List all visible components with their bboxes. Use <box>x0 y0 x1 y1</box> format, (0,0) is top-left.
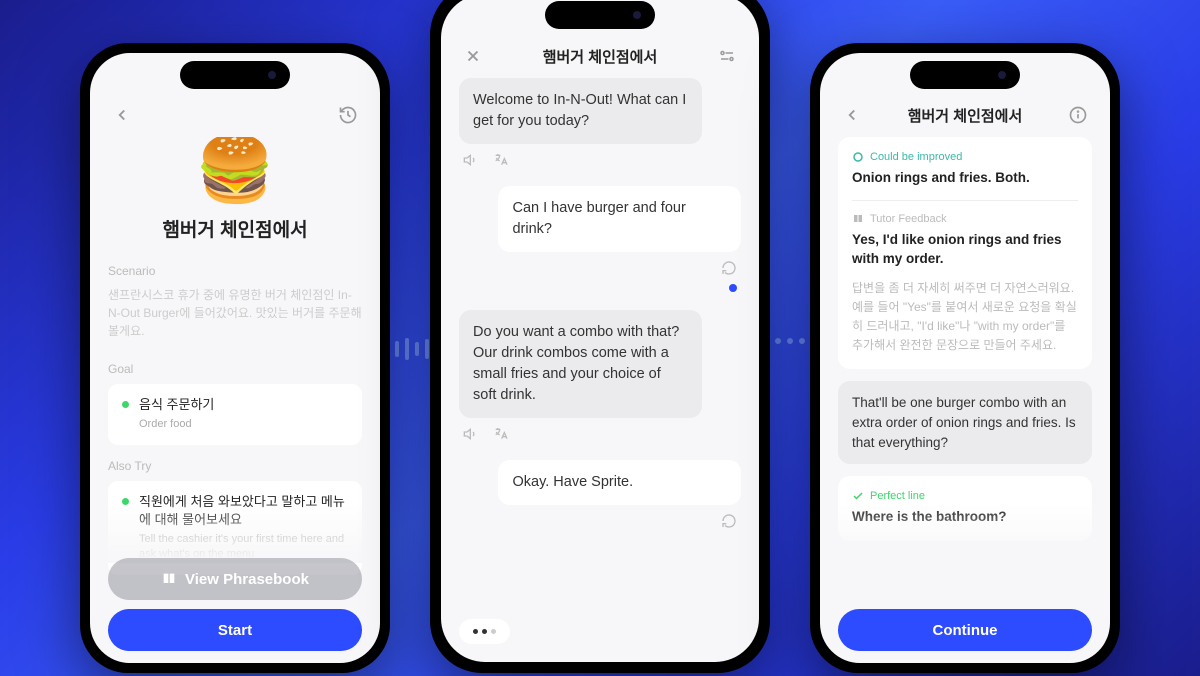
typing-indicator <box>459 619 510 644</box>
user-message: Okay. Have Sprite. <box>498 460 741 505</box>
perfect-tag: Perfect line <box>852 490 1078 502</box>
history-icon[interactable] <box>336 103 360 127</box>
continue-label: Continue <box>933 622 998 639</box>
phone-notch <box>545 1 655 29</box>
tutor-text: Yes, I'd like onion rings and fries with… <box>852 231 1078 269</box>
translate-icon[interactable] <box>493 152 509 168</box>
phone-chat: 햄버거 체인점에서 Welcome to In-N-Out! What can … <box>430 0 770 673</box>
bullet-icon <box>122 498 129 505</box>
loading-indicator <box>729 284 737 292</box>
start-button[interactable]: Start <box>108 609 362 651</box>
chat-title: 햄버거 체인점에서 <box>487 46 713 67</box>
goal-label: Goal <box>108 362 362 376</box>
scenario-title: 햄버거 체인점에서 <box>108 215 362 242</box>
perfect-text: Where is the bathroom? <box>852 508 1078 527</box>
retry-icon[interactable] <box>721 260 737 276</box>
alsotry-label: Also Try <box>108 459 362 473</box>
tutor-tag: Tutor Feedback <box>852 213 1078 225</box>
phrasebook-label: View Phrasebook <box>185 571 309 588</box>
goal-card[interactable]: 음식 주문하기 Order food <box>108 384 362 445</box>
feedback-card[interactable]: Could be improved Onion rings and fries.… <box>838 137 1092 369</box>
feedback-title: 햄버거 체인점에서 <box>866 105 1064 126</box>
tutor-korean: 답변을 좀 더 자세히 써주면 더 자연스러워요. 예를 들어 "Yes"를 붙… <box>852 279 1078 356</box>
ai-message: Welcome to In-N-Out! What can I get for … <box>459 78 702 144</box>
phone-notch <box>910 61 1020 89</box>
perfect-card[interactable]: Perfect line Where is the bathroom? <box>838 476 1092 541</box>
close-icon[interactable] <box>461 44 485 68</box>
goal-main-text: 음식 주문하기 <box>139 396 214 414</box>
improve-tag: Could be improved <box>852 151 1078 163</box>
speaker-icon[interactable] <box>463 426 479 442</box>
improve-tag-label: Could be improved <box>870 151 962 163</box>
bullet-icon <box>122 401 129 408</box>
improve-text: Onion rings and fries. Both. <box>852 169 1078 188</box>
back-icon[interactable] <box>110 103 134 127</box>
continue-button[interactable]: Continue <box>838 609 1092 651</box>
info-icon[interactable] <box>1066 103 1090 127</box>
settings-icon[interactable] <box>715 44 739 68</box>
tutor-tag-label: Tutor Feedback <box>870 213 947 225</box>
scenario-label: Scenario <box>108 264 362 278</box>
translate-icon[interactable] <box>493 426 509 442</box>
phone-notch <box>180 61 290 89</box>
retry-icon[interactable] <box>721 513 737 529</box>
user-message: Can I have burger and four drink? <box>498 186 741 252</box>
scenario-description: 샌프란시스코 휴가 중에 유명한 버거 체인점인 In-N-Out Burger… <box>108 286 362 340</box>
goal-sub-text: Order food <box>139 417 214 432</box>
alsotry-main-text: 직원에게 처음 와보았다고 말하고 메뉴에 대해 물어보세요 <box>139 493 348 529</box>
speaker-icon[interactable] <box>463 152 479 168</box>
scenario-emoji: 🍔 <box>108 137 362 215</box>
phone-feedback: 햄버거 체인점에서 Could be improved Onion rings … <box>810 43 1120 673</box>
ai-reply: That'll be one burger combo with an extr… <box>838 381 1092 464</box>
ai-message: Do you want a combo with that? Our drink… <box>459 310 702 418</box>
phone-scenario: 🍔 햄버거 체인점에서 Scenario 샌프란시스코 휴가 중에 유명한 버거… <box>80 43 390 673</box>
back-icon[interactable] <box>840 103 864 127</box>
start-label: Start <box>218 622 252 639</box>
view-phrasebook-button[interactable]: View Phrasebook <box>108 558 362 600</box>
perfect-tag-label: Perfect line <box>870 490 925 502</box>
decorative-bars-left <box>395 338 429 360</box>
